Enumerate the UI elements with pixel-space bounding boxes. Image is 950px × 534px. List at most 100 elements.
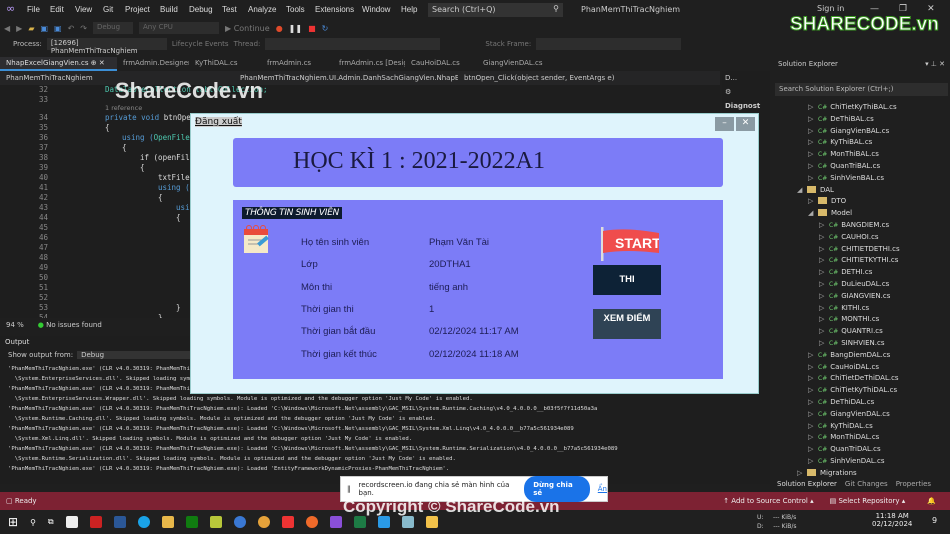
menu-extensions[interactable]: Extensions: [315, 5, 354, 14]
tab-solution-explorer[interactable]: Solution Explorer: [777, 480, 837, 491]
back-icon[interactable]: ◀: [4, 24, 10, 33]
expand-arrow-icon[interactable]: ▷: [819, 327, 829, 335]
word-icon[interactable]: [113, 516, 126, 528]
tree-item[interactable]: ▷ C# SinhVienDAL.cs: [808, 457, 884, 465]
menu-file[interactable]: File: [27, 5, 40, 14]
tree-item[interactable]: ▷ Migrations: [797, 468, 857, 477]
menu-git[interactable]: Git: [103, 5, 113, 14]
clock[interactable]: 11:18 AM 02/12/2024: [872, 512, 912, 528]
tree-item[interactable]: ◢ Model: [808, 209, 852, 217]
expand-arrow-icon[interactable]: ▷: [808, 115, 818, 123]
menu-project[interactable]: Project: [125, 5, 150, 14]
add-source-control-button[interactable]: ↑ Add to Source Control ▴: [723, 497, 813, 505]
configuration-dropdown[interactable]: Debug: [93, 22, 133, 34]
close-button[interactable]: ✕: [736, 117, 755, 131]
menu-build[interactable]: Build: [160, 5, 178, 14]
expand-arrow-icon[interactable]: ▷: [808, 162, 818, 170]
tree-item[interactable]: ▷ C# DeThiBAL.cs: [808, 115, 874, 123]
minimize-icon[interactable]: —: [870, 4, 879, 14]
expand-arrow-icon[interactable]: ▷: [808, 197, 818, 205]
zoom-level[interactable]: 94 %: [6, 321, 24, 329]
save-icon[interactable]: ▣: [40, 24, 48, 33]
tree-item[interactable]: ▷ C# DuLieuDAL.cs: [819, 280, 889, 288]
code-lens-reference[interactable]: 1 reference: [105, 104, 142, 112]
restart-icon[interactable]: ↻: [322, 24, 329, 33]
tree-item[interactable]: ▷ C# GiangVienDAL.cs: [808, 410, 890, 418]
tree-item[interactable]: ▷ C# CHITIETKYTHI.cs: [819, 256, 898, 264]
hot-reload-icon[interactable]: ●: [276, 24, 283, 33]
notification-icon[interactable]: 🔔: [927, 497, 936, 505]
tab-cauhoidal[interactable]: CauHoiDAL.cs: [405, 57, 477, 71]
windows-start-icon[interactable]: ⊞: [8, 515, 18, 529]
restore-icon[interactable]: ❐: [899, 4, 907, 14]
redo-icon[interactable]: ↷: [80, 24, 87, 33]
settings-icon[interactable]: ⚙: [722, 85, 770, 99]
tree-item[interactable]: ▷ C# MonThiDAL.cs: [808, 433, 879, 441]
close-tab-icon[interactable]: ✕: [99, 59, 105, 67]
tree-item[interactable]: ▷ C# SinhVienBAL.cs: [808, 174, 884, 182]
file-explorer-icon[interactable]: [161, 516, 174, 528]
expand-arrow-icon[interactable]: ▷: [808, 174, 818, 182]
expand-arrow-icon[interactable]: ▷: [808, 398, 818, 406]
expand-arrow-icon[interactable]: ▷: [808, 433, 818, 441]
tab-frmadmin-design[interactable]: frmAdmin.cs [Design]: [333, 57, 405, 71]
expand-arrow-icon[interactable]: ▷: [819, 233, 829, 241]
tab-giangviendal[interactable]: GiangVienDAL.cs: [477, 57, 567, 71]
app-red-icon[interactable]: [89, 516, 102, 528]
expand-arrow-icon[interactable]: ▷: [819, 280, 829, 288]
expand-arrow-icon[interactable]: ▷: [819, 304, 829, 312]
undo-icon[interactable]: ↶: [68, 24, 75, 33]
tree-item[interactable]: ▷ C# ChiTietKyThiDAL.cs: [808, 386, 897, 394]
tree-item[interactable]: ▷ C# BangDiemDAL.cs: [808, 351, 890, 359]
menu-debug[interactable]: Debug: [189, 5, 213, 14]
save-all-icon[interactable]: ▣: [54, 24, 62, 33]
tree-item[interactable]: ▷ C# GiangVienBAL.cs: [808, 127, 889, 135]
diagnostics-title[interactable]: D...: [722, 71, 770, 85]
tree-item[interactable]: ▷ C# QuanTriDAL.cs: [808, 445, 881, 453]
pin-icon[interactable]: ⊕: [91, 59, 97, 67]
process-dropdown[interactable]: [12696] PhanMemThiTracNghiem: [46, 37, 167, 55]
tree-item[interactable]: ▷ C# ChiTietKyThiBAL.cs: [808, 103, 897, 111]
tree-item[interactable]: ▷ DTO: [808, 197, 846, 205]
expand-arrow-icon[interactable]: ▷: [819, 339, 829, 347]
lifecycle-events-button[interactable]: Lifecycle Events: [172, 40, 229, 48]
issues-indicator[interactable]: ● No issues found: [38, 321, 102, 329]
stop-icon[interactable]: ■: [308, 24, 316, 33]
tree-item[interactable]: ◢ DAL: [797, 185, 834, 194]
tree-item[interactable]: ▷ C# KITHI.cs: [819, 304, 869, 312]
app-gray-icon[interactable]: [401, 516, 414, 528]
solution-search-input[interactable]: Search Solution Explorer (Ctrl+;): [775, 83, 948, 96]
app-blue-icon[interactable]: [233, 516, 246, 528]
task-view-icon[interactable]: ⧉: [48, 517, 54, 527]
forward-icon[interactable]: ▶: [16, 24, 22, 33]
expand-arrow-icon[interactable]: ▷: [819, 221, 829, 229]
view-score-button[interactable]: XEM ĐIỂM: [593, 309, 661, 339]
pause-icon[interactable]: ❚❚: [289, 24, 302, 33]
tree-item[interactable]: ▷ C# SINHVIEN.cs: [819, 339, 884, 347]
app-icon[interactable]: [281, 516, 294, 528]
minimize-button[interactable]: –: [715, 117, 734, 131]
tab-kythidal[interactable]: KyThiDAL.cs: [189, 57, 261, 71]
stack-frame-dropdown[interactable]: [536, 37, 682, 50]
tree-item[interactable]: ▷ C# MONTHI.cs: [819, 315, 879, 323]
vscode-icon[interactable]: [377, 516, 390, 528]
expand-arrow-icon[interactable]: ▷: [808, 374, 818, 382]
excel-icon[interactable]: [353, 516, 366, 528]
hide-button[interactable]: Ẩn: [598, 485, 607, 493]
expand-arrow-icon[interactable]: ▷: [808, 150, 818, 158]
menu-window[interactable]: Window: [362, 5, 390, 14]
expand-arrow-icon[interactable]: ▷: [808, 410, 818, 418]
panel-controls[interactable]: ▾ ⊥ ✕: [925, 60, 945, 68]
tree-item[interactable]: ▷ C# BANGDIEM.cs: [819, 221, 889, 229]
notification-count[interactable]: 9: [932, 516, 937, 525]
expand-arrow-icon[interactable]: ▷: [808, 422, 818, 430]
tree-item[interactable]: ▷ C# QUANTRI.cs: [819, 327, 883, 335]
select-repository-button[interactable]: ▤ Select Repository ▴: [830, 497, 906, 505]
running-app-icon[interactable]: [425, 516, 438, 528]
tab-git-changes[interactable]: Git Changes: [845, 480, 888, 491]
expand-arrow-icon[interactable]: ▷: [808, 386, 818, 394]
sign-in-link[interactable]: Sign in: [817, 4, 844, 13]
menu-help[interactable]: Help: [401, 5, 417, 14]
notepad-icon[interactable]: [65, 516, 78, 528]
app-orange-icon[interactable]: [305, 516, 318, 528]
